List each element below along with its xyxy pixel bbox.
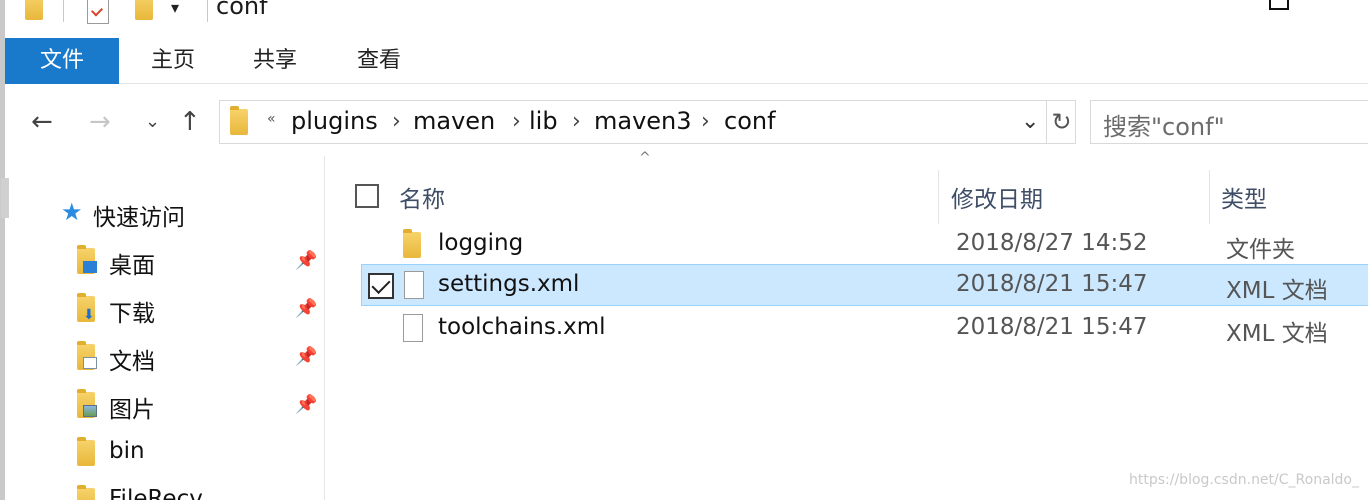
sidebar-item-downloads[interactable]: ⬇ 下载 📌 — [5, 288, 325, 328]
sidebar-item-label: 下载 — [109, 301, 155, 327]
sidebar-item-label: 文档 — [109, 349, 155, 375]
tab-file[interactable]: 文件 — [5, 38, 119, 84]
title-bar: ▾ conf — [5, 0, 1368, 36]
breadcrumb-maven3[interactable]: maven3 — [594, 107, 692, 135]
pictures-folder-icon — [77, 389, 97, 418]
folder-icon — [230, 106, 248, 135]
xml-document-icon — [404, 271, 424, 299]
downloads-folder-icon: ⬇ — [77, 293, 95, 322]
sidebar-item-label: 桌面 — [109, 253, 155, 279]
recent-locations-chevron-icon[interactable]: ⌄ — [145, 106, 160, 138]
file-type: XML 文档 — [1226, 278, 1328, 304]
breadcrumb-separator-icon[interactable]: › — [512, 109, 521, 134]
column-name[interactable]: 名称 — [399, 180, 445, 214]
file-type: XML 文档 — [1226, 321, 1328, 347]
column-type[interactable]: 类型 — [1221, 180, 1267, 214]
sidebar-item-label: bin — [109, 438, 145, 464]
address-bar[interactable]: « plugins › maven › lib › maven3 › conf … — [219, 100, 1076, 144]
new-folder-icon[interactable] — [135, 0, 153, 20]
column-modified[interactable]: 修改日期 — [951, 180, 1043, 214]
file-list: ^ 名称 修改日期 类型 logging 2018/8/27 14:52 文件夹… — [343, 150, 1368, 500]
maximize-icon[interactable] — [1269, 0, 1289, 10]
row-checkbox[interactable] — [368, 273, 394, 299]
file-type: 文件夹 — [1226, 237, 1295, 263]
up-arrow-icon[interactable]: ↑ — [179, 106, 201, 138]
file-row-toolchains[interactable]: toolchains.xml 2018/8/21 15:47 XML 文档 — [361, 308, 1368, 350]
pin-icon[interactable]: 📌 — [295, 394, 317, 415]
ribbon-tabs: 文件 主页 共享 查看 — [5, 38, 1368, 84]
properties-icon[interactable] — [87, 0, 109, 24]
file-name: settings.xml — [438, 271, 580, 297]
refresh-icon[interactable]: ↻ — [1046, 101, 1076, 143]
breadcrumb-overflow-icon[interactable]: « — [267, 111, 276, 127]
sidebar-item-documents[interactable]: 文档 📌 — [5, 336, 325, 376]
folder-icon — [403, 229, 421, 258]
search-placeholder: 搜索"conf" — [1103, 113, 1225, 141]
sidebar-item-label: 图片 — [109, 397, 155, 423]
column-divider[interactable] — [1209, 170, 1210, 224]
desktop-folder-icon — [77, 245, 97, 274]
navigation-pane: ★ 快速访问 桌面 📌 ⬇ 下载 📌 文档 📌 图片 📌 bin FileRec… — [5, 156, 325, 500]
pin-icon[interactable]: 📌 — [295, 298, 317, 319]
window-title: conf — [216, 0, 268, 20]
file-name: logging — [438, 230, 524, 256]
column-divider[interactable] — [938, 170, 939, 224]
quick-access-label: 快速访问 — [93, 205, 185, 231]
file-name: toolchains.xml — [438, 314, 606, 340]
tab-view[interactable]: 查看 — [351, 38, 407, 84]
pin-icon[interactable]: 📌 — [295, 346, 317, 367]
sidebar-item-desktop[interactable]: 桌面 📌 — [5, 240, 325, 280]
documents-folder-icon — [77, 341, 97, 370]
breadcrumb-separator-icon[interactable]: › — [392, 109, 401, 134]
file-modified: 2018/8/21 15:47 — [956, 314, 1148, 340]
breadcrumb-maven[interactable]: maven — [413, 107, 495, 135]
quick-access-item[interactable]: 快速访问 — [5, 192, 325, 232]
forward-arrow-icon[interactable]: → — [89, 106, 111, 138]
toolbar-divider — [207, 0, 208, 22]
file-row-settings[interactable]: settings.xml 2018/8/21 15:47 XML 文档 — [361, 264, 1368, 306]
folder-icon — [77, 437, 95, 466]
breadcrumb-conf[interactable]: conf — [724, 107, 776, 135]
navigation-bar: ← → ⌄ ↑ « plugins › maven › lib › maven3… — [5, 98, 1368, 146]
back-arrow-icon[interactable]: ← — [31, 106, 53, 138]
breadcrumb-separator-icon[interactable]: › — [572, 109, 581, 134]
tab-share[interactable]: 共享 — [247, 38, 303, 84]
select-all-checkbox[interactable] — [355, 184, 379, 208]
toolbar-divider — [63, 0, 64, 22]
pin-icon[interactable]: 📌 — [295, 250, 317, 271]
watermark: https://blog.csdn.net/C_Ronaldo_ — [1129, 472, 1359, 488]
xml-document-icon — [403, 314, 423, 342]
breadcrumb-lib[interactable]: lib — [529, 107, 558, 135]
breadcrumb-plugins[interactable]: plugins — [291, 107, 378, 135]
file-modified: 2018/8/27 14:52 — [956, 230, 1148, 256]
column-header: 名称 修改日期 类型 — [343, 164, 1368, 224]
breadcrumb-separator-icon[interactable]: › — [701, 109, 710, 134]
folder-icon — [77, 485, 95, 500]
quick-access-folder-icon[interactable] — [25, 0, 43, 20]
sidebar-item-filerecv[interactable]: FileRecv — [5, 480, 325, 500]
sidebar-item-pictures[interactable]: 图片 📌 — [5, 384, 325, 424]
customize-toolbar-icon[interactable]: ▾ — [171, 0, 179, 17]
sidebar-item-label: FileRecv — [109, 486, 203, 500]
address-history-chevron-icon[interactable]: ⌄ — [1021, 109, 1039, 134]
file-modified: 2018/8/21 15:47 — [956, 271, 1148, 297]
sidebar-item-bin[interactable]: bin — [5, 432, 325, 472]
file-row-logging[interactable]: logging 2018/8/27 14:52 文件夹 — [361, 224, 1368, 266]
tab-home[interactable]: 主页 — [145, 38, 201, 84]
search-input[interactable]: 搜索"conf" — [1090, 100, 1368, 144]
explorer-window: ▾ conf 文件 主页 共享 查看 ← → ⌄ ↑ « plugins › m… — [0, 0, 1368, 500]
